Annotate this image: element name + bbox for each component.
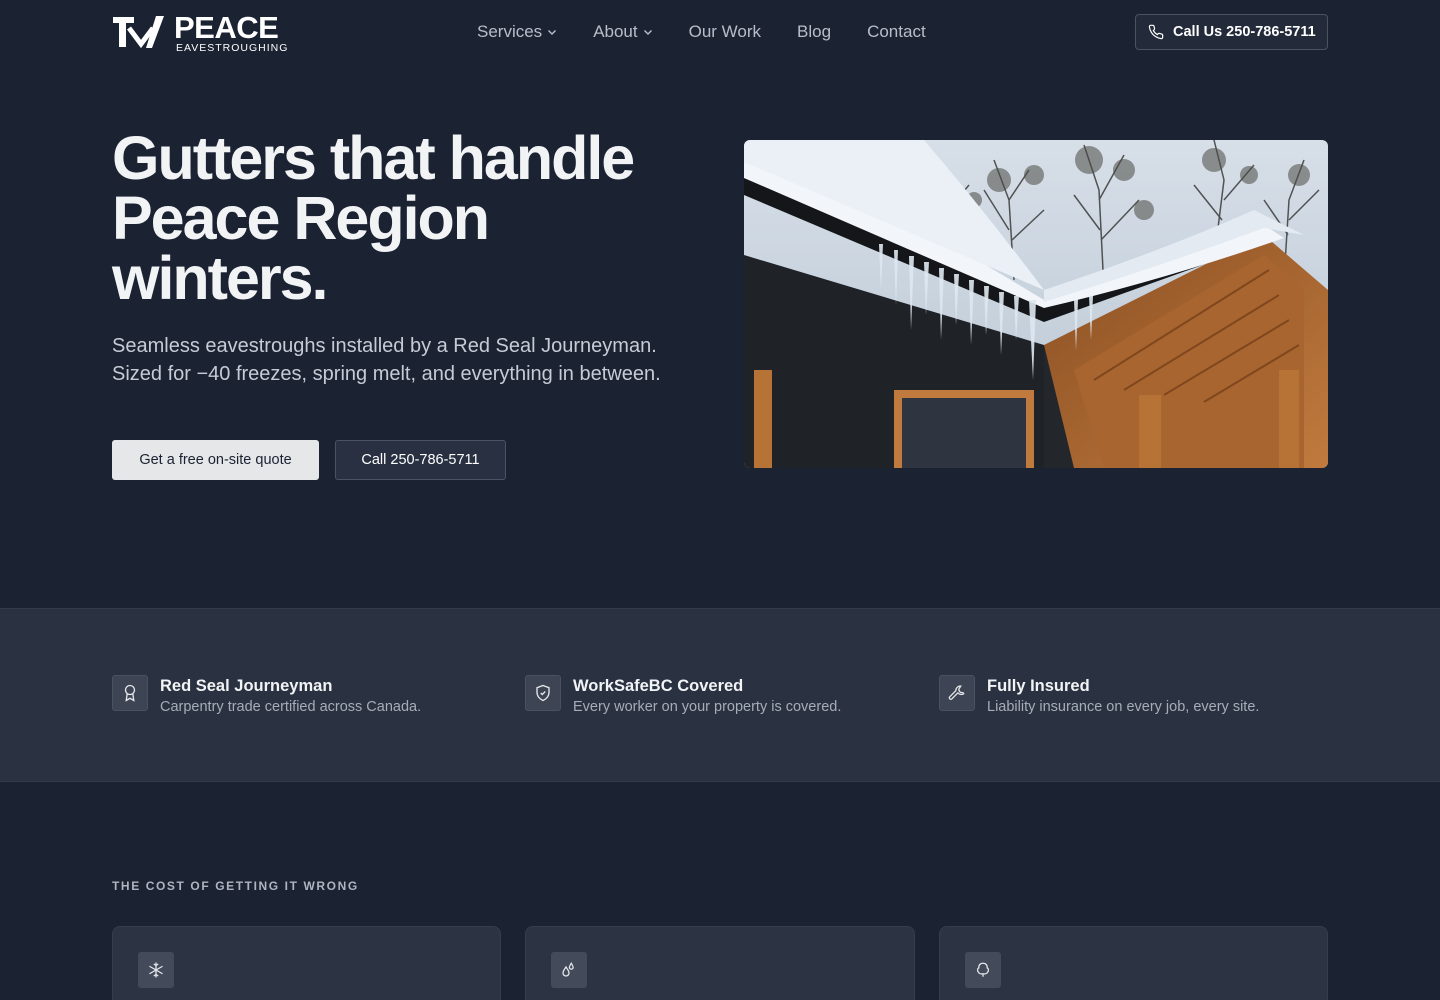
- hero-title: Gutters that handle Peace Region winters…: [112, 124, 635, 312]
- call-us-label: Call Us 250-786-5711: [1173, 24, 1316, 40]
- logo[interactable]: PEACE EAVESTROUGHING: [112, 12, 287, 54]
- nav-about[interactable]: About: [593, 22, 652, 42]
- nav-services[interactable]: Services: [477, 22, 557, 42]
- trust-band: Red Seal Journeyman Carpentry trade cert…: [0, 608, 1440, 782]
- logo-mark-icon: [113, 16, 164, 49]
- trust-desc: Carpentry trade certified across Canada.: [160, 699, 422, 715]
- main-nav: Services About Our Work Blog Contact: [477, 22, 962, 42]
- trust-desc: Every worker on your property is covered…: [573, 699, 842, 715]
- nav-about-label: About: [593, 22, 638, 41]
- tree-icon: [965, 952, 1001, 988]
- trust-title: Fully Insured: [987, 677, 1090, 695]
- logo-subtitle: EAVESTROUGHING: [176, 42, 289, 54]
- site-header: PEACE EAVESTROUGHING Services About Our …: [0, 0, 1440, 64]
- trust-title: Red Seal Journeyman: [160, 677, 333, 695]
- phone-icon: [1148, 24, 1164, 40]
- free-quote-button[interactable]: Get a free on-site quote: [112, 440, 319, 480]
- nav-services-label: Services: [477, 22, 543, 41]
- cost-card: [112, 926, 501, 1000]
- snowflake-icon: [138, 952, 174, 988]
- cost-card: [525, 926, 915, 1000]
- cost-card: [939, 926, 1328, 1000]
- droplets-icon: [551, 952, 587, 988]
- trust-item-insured: Fully Insured Liability insurance on eve…: [939, 675, 1259, 717]
- award-icon: [112, 675, 148, 711]
- call-phone-button[interactable]: Call 250-786-5711: [335, 440, 506, 480]
- nav-contact[interactable]: Contact: [867, 22, 926, 42]
- nav-blog[interactable]: Blog: [797, 22, 831, 42]
- chevron-down-icon: [643, 30, 652, 35]
- cost-section-eyebrow: THE COST OF GETTING IT WRONG: [112, 879, 359, 893]
- trust-desc: Liability insurance on every job, every …: [987, 699, 1260, 715]
- call-us-button[interactable]: Call Us 250-786-5711: [1135, 14, 1328, 50]
- trust-item-red-seal: Red Seal Journeyman Carpentry trade cert…: [112, 675, 421, 717]
- hero-image-snowy-gutter: [744, 140, 1328, 468]
- logo-text: PEACE EAVESTROUGHING: [174, 10, 289, 54]
- shield-check-icon: [525, 675, 561, 711]
- nav-our-work[interactable]: Our Work: [689, 22, 761, 42]
- chevron-down-icon: [548, 30, 557, 35]
- logo-word: PEACE: [174, 10, 279, 45]
- wrench-icon: [939, 675, 975, 711]
- hero-subtitle: Seamless eavestroughs installed by a Red…: [112, 335, 661, 385]
- trust-item-worksafebc: WorkSafeBC Covered Every worker on your …: [525, 675, 841, 717]
- trust-title: WorkSafeBC Covered: [573, 677, 744, 695]
